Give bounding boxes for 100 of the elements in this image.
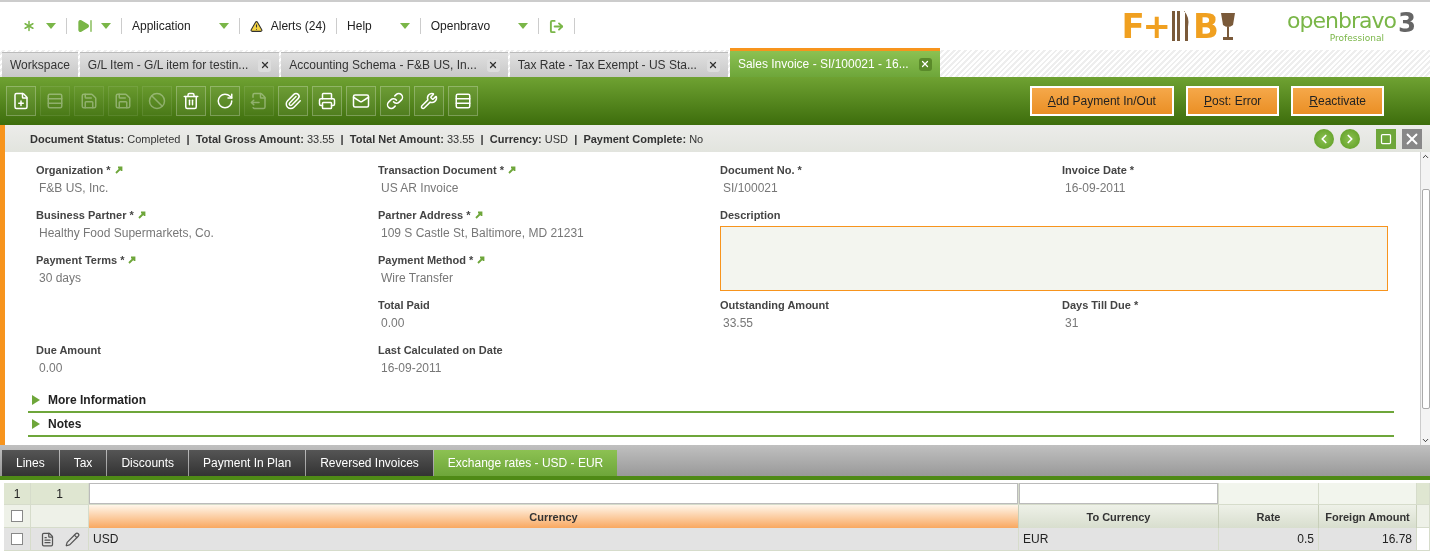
trash-button[interactable]	[176, 86, 206, 116]
close-icon[interactable]	[706, 58, 720, 72]
field-label: Organization *	[36, 164, 111, 176]
link-arrow-icon[interactable]	[474, 211, 483, 219]
field-value: 109 S Castle St, Baltimore, MD 21231	[380, 226, 584, 240]
refresh-icon	[216, 92, 234, 110]
wrench-icon	[420, 92, 438, 110]
field-label: Due Amount	[36, 344, 101, 356]
action-button[interactable]: Add Payment In/Out	[1029, 86, 1174, 116]
field-value: Healthy Food Supermarkets, Co.	[38, 226, 214, 240]
link-arrow-icon[interactable]	[128, 256, 137, 264]
printer-button[interactable]	[312, 86, 342, 116]
sub-tab[interactable]: Tax	[59, 450, 107, 476]
menu-button[interactable]: Help	[337, 18, 421, 34]
column-header[interactable]: Rate	[1219, 505, 1319, 528]
action-button[interactable]: Reactivate	[1291, 86, 1384, 116]
field-label: Days Till Due *	[1062, 299, 1139, 311]
new-document-icon	[12, 92, 30, 110]
sub-tab[interactable]: Payment In Plan	[189, 450, 306, 476]
new-document-button[interactable]	[6, 86, 36, 116]
skip-forward-icon	[77, 18, 93, 34]
mail-button[interactable]	[346, 86, 376, 116]
caret-icon	[399, 23, 410, 29]
menu-button[interactable]: Application	[122, 18, 240, 34]
layout-button[interactable]	[448, 86, 478, 116]
close-button[interactable]	[1402, 128, 1422, 149]
field-value: 0.00	[38, 361, 63, 375]
table-cell: 0.5	[1219, 528, 1319, 551]
row-count: 1	[4, 483, 31, 505]
row-checkbox[interactable]	[11, 533, 23, 545]
filter-field[interactable]	[89, 483, 1018, 504]
description-field[interactable]	[720, 226, 1388, 291]
filter-cell	[1417, 483, 1430, 505]
column-header[interactable]: To Currency	[1019, 505, 1219, 528]
table-cell: 16.78	[1319, 528, 1417, 551]
refresh-button[interactable]	[210, 86, 240, 116]
column-header[interactable]: Currency	[89, 505, 1019, 528]
section-header[interactable]: More Information	[28, 389, 1394, 413]
link-arrow-icon[interactable]	[137, 211, 146, 219]
field-value: 16-09-2011	[380, 361, 442, 375]
field-label: Payment Method *	[378, 254, 474, 266]
scrollbar[interactable]	[1420, 152, 1430, 445]
trash-icon	[182, 92, 200, 110]
field-value: F&B US, Inc.	[38, 181, 109, 195]
filter-field[interactable]	[1019, 483, 1218, 504]
window-tab[interactable]: Accounting Schema - F&B US, In...	[281, 52, 508, 77]
field-value: Wire Transfer	[380, 271, 453, 285]
window-tab[interactable]: Tax Rate - Tax Exempt - US Sta...	[509, 52, 728, 77]
field-label: Partner Address *	[378, 209, 471, 221]
next-button[interactable]	[1340, 128, 1360, 149]
previous-button[interactable]	[1314, 128, 1334, 149]
field-value: US AR Invoice	[380, 181, 459, 195]
chevron-up-icon[interactable]	[1421, 152, 1430, 161]
caret-icon	[101, 23, 111, 29]
close-icon[interactable]	[918, 57, 932, 71]
brand-logo: F+ B	[1121, 8, 1238, 44]
cancel-icon	[148, 92, 166, 110]
link-arrow-icon[interactable]	[114, 166, 123, 174]
field-value: 31	[1064, 316, 1079, 330]
selected-count: 1	[31, 483, 89, 505]
column-header[interactable]: Foreign Amount	[1319, 505, 1417, 528]
printer-icon	[318, 92, 336, 110]
save-icon	[80, 92, 98, 110]
status-summary: Document Status: Completed | Total Gross Amount: 33.55 | Total Net Amount: 33.55 | Currency: USD | Payment Complete: No	[30, 132, 704, 145]
action-button[interactable]: Post: Error	[1185, 86, 1280, 116]
sub-tab[interactable]: Reversed Invoices	[306, 450, 433, 476]
window-tab[interactable]: G/L Item - G/L item for testin...	[79, 52, 280, 77]
close-icon[interactable]	[258, 58, 272, 72]
table-cell: USD	[89, 528, 1019, 551]
field-label: Document No. *	[720, 164, 802, 176]
field-label: Description	[720, 209, 781, 221]
save-close-icon	[114, 92, 132, 110]
mail-icon	[352, 92, 370, 110]
chevron-down-icon[interactable]	[1421, 436, 1430, 445]
document-icon[interactable]	[39, 531, 55, 547]
close-icon[interactable]	[486, 58, 500, 72]
paperclip-button[interactable]	[278, 86, 308, 116]
pencil-icon[interactable]	[64, 531, 80, 547]
window-tab[interactable]: Workspace	[2, 52, 78, 77]
field-label: Payment Terms *	[36, 254, 125, 266]
link-arrow-icon[interactable]	[477, 256, 486, 264]
section-header[interactable]: Notes	[28, 413, 1394, 437]
select-all-checkbox[interactable]	[11, 510, 23, 522]
caret-icon	[46, 23, 56, 29]
sub-tab[interactable]: Discounts	[107, 450, 189, 476]
field-value: 30 days	[38, 271, 82, 285]
wrench-button[interactable]	[414, 86, 444, 116]
link-button[interactable]	[380, 86, 410, 116]
sub-tab[interactable]: Lines	[2, 450, 59, 476]
field-label: Total Paid	[378, 299, 430, 311]
caret-icon	[518, 23, 529, 29]
menu-button[interactable]: Openbravo	[420, 18, 540, 34]
field-value: 33.55	[722, 316, 754, 330]
alerts-button[interactable]: Alerts (24)	[239, 18, 338, 34]
table-cell: EUR	[1019, 528, 1219, 551]
logout-icon	[549, 18, 565, 34]
link-arrow-icon[interactable]	[507, 166, 516, 174]
brand-logo: openbravo Professional 3	[1287, 8, 1416, 44]
field-value: SI/100021	[722, 181, 778, 195]
maximize-button[interactable]	[1376, 128, 1396, 149]
